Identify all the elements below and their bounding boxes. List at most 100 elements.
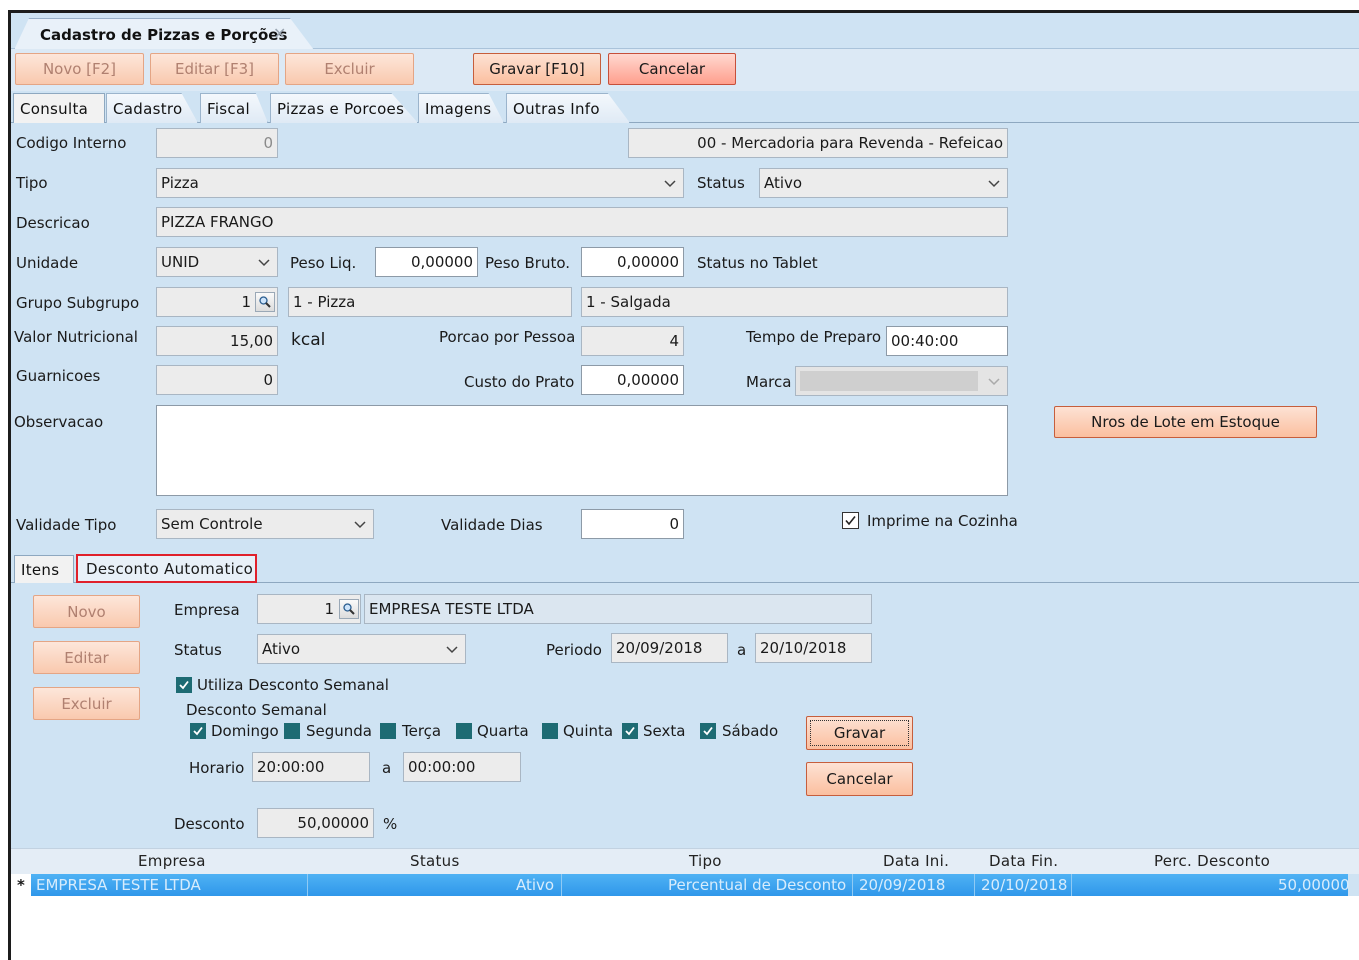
column-divider [307,874,308,896]
validade-dias-input[interactable]: 0 [581,509,684,539]
guarnicoes-input[interactable]: 0 [156,365,278,395]
document-tab-title: Cadastro de Pizzas e Porções [40,26,288,44]
domingo-checkbox[interactable] [190,723,206,739]
horario-fim-input[interactable]: 00:00:00 [403,752,521,782]
periodo-label: Periodo [546,641,602,659]
search-icon[interactable] [255,292,275,312]
utiliza-semanal-checkbox[interactable] [176,677,192,693]
imprime-cozinha-checkbox[interactable] [842,512,859,529]
kcal-label: kcal [291,330,326,350]
subgrupo-name-field: 1 - Salgada [581,287,1008,317]
horario-label: Horario [189,759,245,777]
marca-select[interactable] [795,366,1008,396]
desconto-value-input[interactable]: 50,00000 [257,808,374,838]
guarnicoes-label: Guarnicoes [16,367,101,385]
status-value: Ativo [764,174,803,192]
status-tablet-label: Status no Tablet [697,254,818,272]
cell-data-fin: 20/10/2018 [981,876,1068,894]
descricao-input[interactable]: PIZZA FRANGO [156,207,1008,237]
status-select[interactable]: Ativo [759,168,1008,198]
descricao-label: Descricao [16,214,90,232]
column-divider [561,874,562,896]
unidade-select[interactable]: UNID [156,247,278,277]
cancelar-button[interactable]: Cancelar [608,53,736,85]
tipo-select[interactable]: Pizza [156,168,684,198]
desconto-novo-button[interactable]: Novo [33,595,140,628]
cell-data-ini: 20/09/2018 [859,876,946,894]
desconto-status-value: Ativo [262,640,301,658]
classificacao-field: 00 - Mercadoria para Revenda - Refeicao [628,128,1008,158]
desconto-excluir-button[interactable]: Excluir [33,687,140,720]
porcao-label: Porcao por Pessoa [439,328,576,346]
horario-ini-input[interactable]: 20:00:00 [252,752,370,782]
desconto-cancelar-button[interactable]: Cancelar [806,762,913,796]
novo-button[interactable]: Novo [F2] [15,53,144,85]
chevron-down-icon [663,176,677,190]
search-icon[interactable] [339,599,359,619]
periodo-fim-input[interactable]: 20/10/2018 [755,633,872,663]
periodo-ini-input[interactable]: 20/09/2018 [611,633,728,663]
desconto-gravar-button[interactable]: Gravar [806,716,913,750]
excluir-button[interactable]: Excluir [285,53,414,85]
segunda-checkbox[interactable] [284,723,300,739]
subtab-itens[interactable]: Itens [14,555,74,583]
nros-lote-button[interactable]: Nros de Lote em Estoque [1054,406,1317,438]
status-label: Status [697,174,745,192]
col-empresa[interactable]: Empresa [138,852,206,870]
sabado-checkbox[interactable] [700,723,716,739]
desconto-editar-button[interactable]: Editar [33,641,140,674]
desconto-label: Desconto [174,815,245,833]
grid-empty-area [11,896,1359,960]
close-icon[interactable]: ✕ [273,24,286,43]
grupo-subgrupo-label: Grupo Subgrupo [16,294,140,312]
chevron-down-icon [353,517,367,531]
periodo-a-label: a [737,641,747,659]
tipo-label: Tipo [16,174,48,192]
col-perc-desconto[interactable]: Perc. Desconto [1154,852,1270,870]
validade-dias-label: Validade Dias [441,516,543,534]
validade-tipo-label: Validade Tipo [16,516,117,534]
unidade-value: UNID [161,253,200,271]
validade-tipo-value: Sem Controle [161,515,263,533]
empresa-name-field: EMPRESA TESTE LTDA [364,594,872,624]
sexta-checkbox[interactable] [622,723,638,739]
subtab-desconto-automatico[interactable]: Desconto Automatico [76,554,257,583]
desconto-semanal-label: Desconto Semanal [186,701,327,719]
quinta-label: Quinta [563,722,614,740]
chevron-down-icon [987,176,1001,190]
col-data-ini[interactable]: Data Ini. [883,852,949,870]
porcao-input[interactable]: 4 [581,326,684,356]
cell-tipo: Percentual de Desconto [668,876,847,894]
col-tipo[interactable]: Tipo [689,852,722,870]
tempo-preparo-label: Tempo de Preparo [746,328,882,346]
desconto-status-select[interactable]: Ativo [257,634,466,664]
custo-input[interactable]: 0,00000 [581,365,684,395]
peso-bruto-label: Peso Bruto. [485,254,571,272]
peso-bruto-input[interactable]: 0,00000 [581,247,684,277]
valor-nutricional-input[interactable]: 15,00 [156,326,278,356]
horario-a-label: a [382,759,392,777]
marca-label: Marca [746,373,792,391]
gravar-button[interactable]: Gravar [F10] [473,53,601,85]
cell-status: Ativo [516,876,555,894]
quarta-checkbox[interactable] [456,723,472,739]
desconto-status-label: Status [174,641,222,659]
sexta-label: Sexta [643,722,686,740]
tab-consulta[interactable]: Consulta [13,93,105,123]
percent-label: % [383,815,398,833]
terca-checkbox[interactable] [380,723,396,739]
observacao-textarea[interactable] [156,405,1008,496]
col-data-fin[interactable]: Data Fin. [989,852,1058,870]
validade-tipo-select[interactable]: Sem Controle [156,509,374,539]
column-divider [974,874,975,896]
chevron-down-icon [257,255,271,269]
custo-label: Custo do Prato [464,373,575,391]
terca-label: Terça [402,722,442,740]
editar-button[interactable]: Editar [F3] [150,53,279,85]
tempo-preparo-input[interactable]: 00:40:00 [886,326,1008,356]
utiliza-semanal-label: Utiliza Desconto Semanal [197,676,389,694]
quinta-checkbox[interactable] [542,723,558,739]
quarta-label: Quarta [477,722,529,740]
col-status[interactable]: Status [410,852,460,870]
peso-liq-input[interactable]: 0,00000 [375,247,478,277]
